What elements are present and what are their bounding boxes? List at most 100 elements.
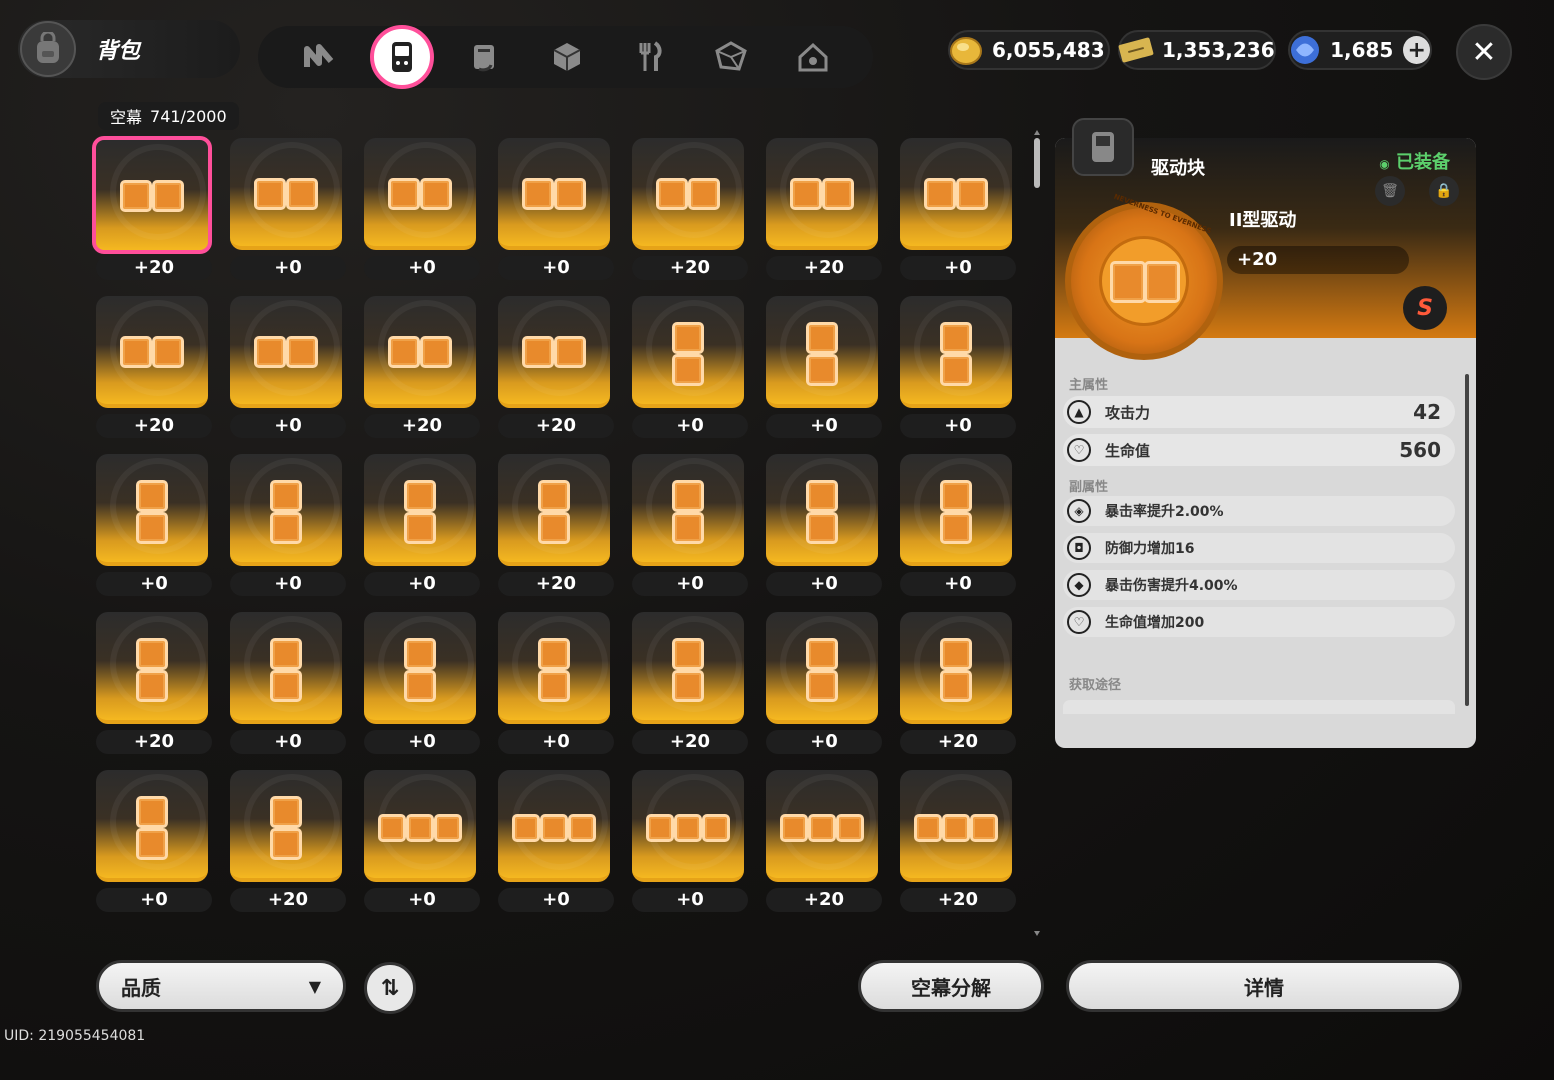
discard-button[interactable]: 🗑 bbox=[1375, 176, 1405, 206]
inventory-item[interactable]: +20 bbox=[896, 768, 1016, 918]
tab-home[interactable] bbox=[782, 26, 844, 88]
tab-materials[interactable] bbox=[454, 26, 516, 88]
inventory-item[interactable]: +0 bbox=[762, 610, 882, 760]
drive-piece-icon bbox=[404, 512, 436, 544]
tab-food[interactable] bbox=[618, 26, 680, 88]
sub-stat-text: 暴击率提升2.00% bbox=[1105, 504, 1224, 520]
source-list[interactable] bbox=[1063, 700, 1455, 714]
inventory-item[interactable]: +20 bbox=[92, 136, 212, 286]
sort-order-button[interactable]: ⇅ bbox=[364, 962, 416, 1014]
attack-icon: ▲ bbox=[1067, 400, 1091, 424]
item-level-label: +0 bbox=[364, 256, 480, 280]
inventory-item[interactable]: +0 bbox=[92, 768, 212, 918]
inventory-item[interactable]: +20 bbox=[762, 136, 882, 286]
item-level-label: +0 bbox=[364, 572, 480, 596]
cube-icon bbox=[553, 43, 581, 71]
decompose-button[interactable]: 空幕分解 bbox=[858, 960, 1044, 1012]
tab-n-mark[interactable] bbox=[288, 26, 350, 88]
shield-icon: ◘ bbox=[1067, 536, 1091, 560]
inventory-item[interactable]: +20 bbox=[92, 294, 212, 444]
tab-cube[interactable] bbox=[536, 26, 598, 88]
tab-drive-disc[interactable] bbox=[370, 25, 434, 89]
book-icon bbox=[474, 45, 494, 72]
drive-piece-icon bbox=[136, 828, 168, 860]
detail-category: 驱动块 bbox=[1151, 158, 1205, 179]
inventory-item[interactable]: +0 bbox=[226, 136, 346, 286]
disc-center bbox=[1099, 236, 1189, 326]
drive-piece-icon bbox=[406, 814, 434, 842]
inventory-item[interactable]: +0 bbox=[360, 610, 480, 760]
inventory-item[interactable]: +0 bbox=[226, 294, 346, 444]
inventory-item[interactable]: +0 bbox=[494, 136, 614, 286]
inventory-item[interactable]: +0 bbox=[896, 136, 1016, 286]
item-level-label: +0 bbox=[364, 888, 480, 912]
house-icon bbox=[798, 42, 828, 72]
item-tile bbox=[498, 296, 610, 408]
quality-filter-dropdown[interactable]: 品质 ▼ bbox=[96, 960, 346, 1012]
item-tile bbox=[766, 138, 878, 250]
add-crystal-button[interactable]: + bbox=[1403, 36, 1430, 64]
equipped-status: ◉ 已装备 bbox=[1379, 152, 1450, 173]
inventory-item[interactable]: +0 bbox=[92, 452, 212, 602]
drive-piece-icon bbox=[672, 480, 704, 512]
grid-scrollbar[interactable] bbox=[1034, 130, 1040, 936]
rank-badge: S bbox=[1403, 286, 1447, 330]
inventory-item[interactable]: +20 bbox=[92, 610, 212, 760]
inventory-item[interactable]: +20 bbox=[628, 610, 748, 760]
inventory-item[interactable]: +0 bbox=[360, 768, 480, 918]
detail-type-badge bbox=[1072, 118, 1134, 176]
item-level-label: +0 bbox=[766, 572, 882, 596]
item-tile bbox=[96, 296, 208, 408]
inventory-item[interactable]: +0 bbox=[494, 768, 614, 918]
chevron-down-icon: ▼ bbox=[308, 976, 321, 996]
item-level-label: +0 bbox=[498, 888, 614, 912]
tab-dice[interactable] bbox=[700, 26, 762, 88]
inventory-item[interactable]: +0 bbox=[494, 610, 614, 760]
inventory-item[interactable]: +0 bbox=[628, 294, 748, 444]
drive-piece-icon bbox=[404, 670, 436, 702]
drive-piece-icon bbox=[270, 512, 302, 544]
inventory-item[interactable]: +20 bbox=[226, 768, 346, 918]
item-tile bbox=[632, 454, 744, 566]
crit-target-icon: ◈ bbox=[1067, 499, 1091, 523]
drive-piece-icon bbox=[404, 480, 436, 512]
inventory-item[interactable]: +0 bbox=[226, 452, 346, 602]
drive-piece-icon bbox=[672, 670, 704, 702]
drive-piece-icon bbox=[120, 336, 152, 368]
detail-scrollbar[interactable] bbox=[1465, 374, 1469, 706]
inventory-item[interactable]: +0 bbox=[360, 136, 480, 286]
drive-piece-icon bbox=[672, 354, 704, 386]
inventory-item[interactable]: +0 bbox=[628, 768, 748, 918]
drive-piece-icon bbox=[420, 336, 452, 368]
item-tile bbox=[632, 296, 744, 408]
inventory-item[interactable]: +0 bbox=[896, 294, 1016, 444]
inventory-item[interactable]: +20 bbox=[360, 294, 480, 444]
inventory-item[interactable]: +20 bbox=[494, 452, 614, 602]
lock-button[interactable]: 🔒 bbox=[1429, 176, 1459, 206]
inventory-item[interactable]: +0 bbox=[762, 452, 882, 602]
item-tile bbox=[96, 612, 208, 724]
inventory-item[interactable]: +0 bbox=[226, 610, 346, 760]
drive-piece-icon bbox=[808, 814, 836, 842]
inventory-item[interactable]: +20 bbox=[628, 136, 748, 286]
inventory-item[interactable]: +0 bbox=[896, 452, 1016, 602]
details-button[interactable]: 详情 bbox=[1066, 960, 1462, 1012]
item-level-label: +20 bbox=[230, 888, 346, 912]
drive-piece-icon bbox=[672, 322, 704, 354]
grid-scroll-thumb[interactable] bbox=[1034, 138, 1040, 188]
inventory-item[interactable]: +0 bbox=[628, 452, 748, 602]
drive-piece-icon bbox=[672, 512, 704, 544]
item-tile bbox=[766, 770, 878, 882]
inventory-item[interactable]: +0 bbox=[360, 452, 480, 602]
inventory-item[interactable]: +0 bbox=[762, 294, 882, 444]
inventory-item[interactable]: +20 bbox=[494, 294, 614, 444]
item-tile bbox=[900, 138, 1012, 250]
drive-piece-icon bbox=[956, 178, 988, 210]
drive-piece-icon bbox=[940, 512, 972, 544]
close-button[interactable]: ✕ bbox=[1456, 24, 1512, 80]
lock-icon: 🔒 bbox=[1435, 183, 1453, 199]
item-tile bbox=[498, 454, 610, 566]
drive-piece-icon bbox=[522, 336, 554, 368]
inventory-item[interactable]: +20 bbox=[762, 768, 882, 918]
inventory-item[interactable]: +20 bbox=[896, 610, 1016, 760]
